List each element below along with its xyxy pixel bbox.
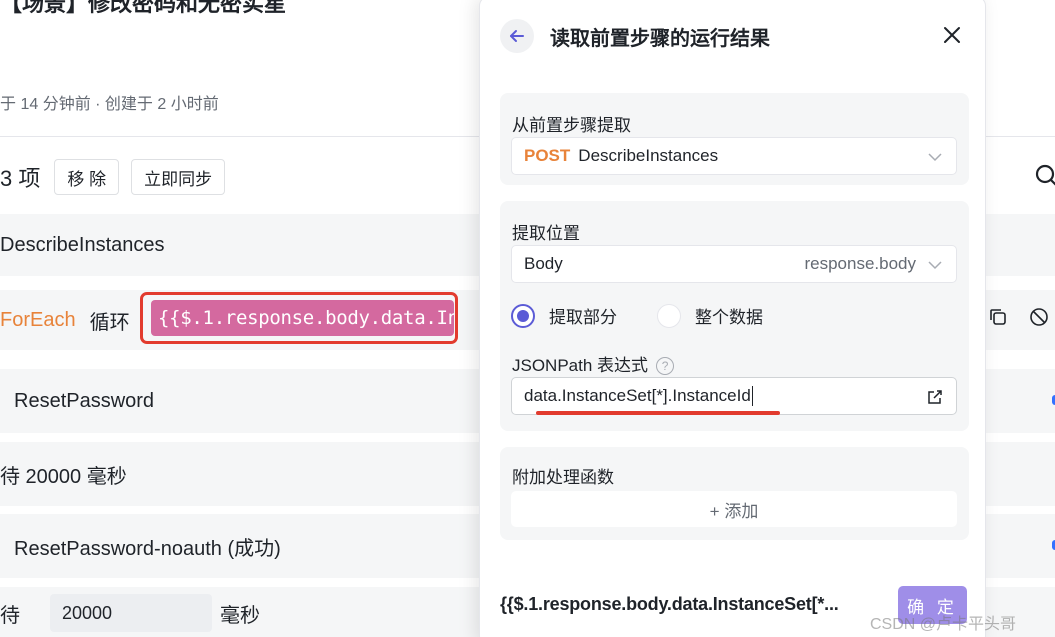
step-name: DescribeInstances <box>578 146 719 165</box>
annotation-underline <box>536 411 780 415</box>
jsonpath-input[interactable]: data.InstanceSet[*].InstanceId <box>511 377 957 415</box>
jsonpath-label-wrap: JSONPath 表达式? <box>512 351 675 376</box>
source-card: 从前置步骤提取 POST DescribeInstances <box>500 93 969 185</box>
postprocess-card: 附加处理函数 + 添加 <box>500 447 969 540</box>
page-meta: 于 14 分钟前 · 创建于 2 小时前 <box>0 96 219 113</box>
source-step-select[interactable]: POST DescribeInstances <box>511 137 957 175</box>
sync-button[interactable]: 立即同步 <box>131 159 226 195</box>
wait-unit: 毫秒 <box>220 604 260 627</box>
page-title: 【场景】修改密码和无密实星 <box>0 0 287 16</box>
wait-prefix: 待 <box>0 604 20 627</box>
text-caret <box>751 386 753 406</box>
copy-icon[interactable] <box>987 306 1009 328</box>
item-count: 3 项 <box>0 166 41 191</box>
loop-expression-pill[interactable]: {{$.1.response.body.data.In... <box>151 300 454 336</box>
position-card: 提取位置 Body response.body 提取部分 整个数据 JSONPa… <box>500 201 969 431</box>
result-panel: 读取前置步骤的运行结果 从前置步骤提取 POST DescribeInstanc… <box>479 0 986 637</box>
search-icon[interactable] <box>1033 162 1055 190</box>
add-function-button[interactable]: + 添加 <box>511 491 957 527</box>
arrow-left-icon <box>510 30 524 42</box>
chevron-down-icon <box>928 153 942 162</box>
remove-button[interactable]: 移 除 <box>54 159 120 195</box>
step-label: DescribeInstances <box>0 233 165 256</box>
back-button[interactable] <box>500 19 534 53</box>
radio-whole-label[interactable]: 整个数据 <box>695 303 763 328</box>
extract-mode-radios: 提取部分 整个数据 <box>511 303 763 328</box>
position-value: Body <box>524 254 563 273</box>
radio-whole[interactable] <box>657 303 681 328</box>
open-external-icon[interactable] <box>926 388 944 406</box>
radio-partial[interactable] <box>511 303 535 328</box>
list-toolbar: 3 项 移 除 立即同步 <box>0 158 226 196</box>
foreach-keyword: ForEach <box>0 308 76 331</box>
chevron-down-icon <box>928 261 942 270</box>
radio-partial-label[interactable]: 提取部分 <box>549 303 617 328</box>
watermark: CSDN @卢卡平头哥 <box>870 616 1017 633</box>
disable-icon[interactable] <box>1028 306 1050 328</box>
jsonpath-value: data.InstanceSet[*].InstanceId <box>524 386 751 405</box>
position-hint: response.body <box>804 254 916 273</box>
step-label: ResetPassword <box>14 389 155 412</box>
result-expression: {{$.1.response.body.data.InstanceSet[*..… <box>500 594 839 614</box>
position-label: 提取位置 <box>512 224 580 243</box>
loop-label: 循环 <box>89 311 130 334</box>
position-select[interactable]: Body response.body <box>511 245 957 283</box>
wait-duration-input[interactable]: 20000 <box>50 594 212 632</box>
jsonpath-label: JSONPath 表达式 <box>512 356 649 375</box>
postprocess-label: 附加处理函数 <box>512 468 614 487</box>
help-icon[interactable]: ? <box>656 357 675 375</box>
panel-title: 读取前置步骤的运行结果 <box>550 28 770 50</box>
step-label: ResetPassword-noauth (成功) <box>14 537 281 560</box>
close-icon[interactable] <box>942 25 962 45</box>
http-method: POST <box>524 146 571 165</box>
step-label: 待 20000 毫秒 <box>0 465 127 488</box>
source-label: 从前置步骤提取 <box>512 116 631 135</box>
